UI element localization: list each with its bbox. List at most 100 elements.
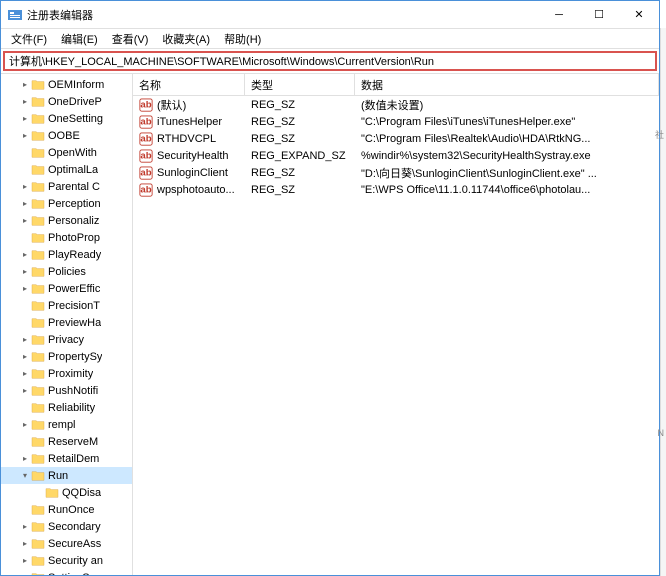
tree-item[interactable]: ▸PropertySy [1, 348, 132, 365]
content-area: ▸OEMInform▸OneDriveP▸OneSetting▸OOBEOpen… [1, 73, 659, 575]
menu-file[interactable]: 文件(F) [5, 29, 53, 49]
tree-item[interactable]: ▸ Personaliz [1, 212, 132, 229]
side-strip: 社 N [660, 28, 666, 576]
value-name: RTHDVCPL [157, 133, 216, 145]
tree-item[interactable]: ▸ OOBE [1, 127, 132, 144]
tree-item[interactable]: ▸PlayReady [1, 246, 132, 263]
expander-icon[interactable]: ▸ [19, 131, 31, 140]
tree-item[interactable]: ▸RetailDem [1, 450, 132, 467]
col-header-name[interactable]: 名称 [133, 74, 245, 95]
tree-item[interactable]: ▸OEMInform [1, 76, 132, 93]
expander-icon[interactable]: ▸ [19, 182, 31, 191]
menu-edit[interactable]: 编辑(E) [55, 29, 104, 49]
expander-icon[interactable]: ▸ [19, 539, 31, 548]
expander-icon[interactable]: ▸ [19, 199, 31, 208]
value-data: (数值未设置) [355, 97, 659, 113]
tree-item[interactable]: ReserveM [1, 433, 132, 450]
list-row[interactable]: abRTHDVCPLREG_SZ"C:\Program Files\Realte… [133, 130, 659, 147]
tree-item[interactable]: ▸OneSetting [1, 110, 132, 127]
tree-item[interactable]: ▸PushNotifi [1, 382, 132, 399]
tree-item[interactable]: ▸SecureAss [1, 535, 132, 552]
tree-item[interactable]: ▸SettingSyn [1, 569, 132, 575]
expander-icon[interactable]: ▸ [19, 573, 31, 575]
tree-item[interactable]: QQDisa [1, 484, 132, 501]
tree-item[interactable]: OptimalLa [1, 161, 132, 178]
expander-icon[interactable]: ▸ [19, 369, 31, 378]
expander-icon[interactable]: ▸ [19, 420, 31, 429]
list-pane[interactable]: 名称 类型 数据 ab(默认)REG_SZ(数值未设置)abiTunesHelp… [133, 74, 659, 575]
col-header-data[interactable]: 数据 [355, 74, 659, 95]
value-name: SunloginClient [157, 167, 228, 179]
list-row[interactable]: ab(默认)REG_SZ(数值未设置) [133, 96, 659, 113]
tree-label: Proximity [48, 368, 93, 380]
tree-pane[interactable]: ▸OEMInform▸OneDriveP▸OneSetting▸OOBEOpen… [1, 74, 133, 575]
expander-icon[interactable]: ▸ [19, 386, 31, 395]
tree-item[interactable]: PhotoProp [1, 229, 132, 246]
value-data: %windir%\system32\SecurityHealthSystray.… [355, 150, 659, 162]
expander-icon[interactable]: ▸ [19, 454, 31, 463]
expander-icon[interactable]: ▸ [19, 522, 31, 531]
tree-label: Reliability [48, 402, 95, 414]
list-row[interactable]: abwpsphotoauto...REG_SZ"E:\WPS Office\11… [133, 181, 659, 198]
tree-item[interactable]: ▸ Proximity [1, 365, 132, 382]
tree-label: Secondary [48, 521, 101, 533]
expander-icon[interactable]: ▸ [19, 352, 31, 361]
list-row[interactable]: abSunloginClientREG_SZ"D:\向日葵\SunloginCl… [133, 164, 659, 181]
menu-help[interactable]: 帮助(H) [218, 29, 267, 49]
value-type: REG_SZ [245, 116, 355, 128]
tree-label: Run [48, 470, 68, 482]
app-icon [7, 7, 23, 23]
window-title: 注册表编辑器 [27, 7, 539, 23]
tree-label: ReserveM [48, 436, 98, 448]
tree-item[interactable]: PrecisionT [1, 297, 132, 314]
menu-view[interactable]: 查看(V) [106, 29, 155, 49]
value-type: REG_SZ [245, 167, 355, 179]
svg-text:ab: ab [140, 99, 151, 110]
tree-label: OOBE [48, 130, 80, 142]
expander-icon[interactable]: ▸ [19, 114, 31, 123]
address-bar[interactable]: 计算机\HKEY_LOCAL_MACHINE\SOFTWARE\Microsof… [3, 51, 657, 71]
expander-icon[interactable]: ▸ [19, 80, 31, 89]
tree-item[interactable]: ▸ OneDriveP [1, 93, 132, 110]
tree-label: Perception [48, 198, 101, 210]
tree-item[interactable]: ▸ Policies [1, 263, 132, 280]
titlebar[interactable]: 注册表编辑器 ─ ☐ ✕ [1, 1, 659, 29]
minimize-button[interactable]: ─ [539, 1, 579, 28]
expander-icon[interactable]: ▸ [19, 267, 31, 276]
expander-icon[interactable]: ▸ [19, 216, 31, 225]
tree-item[interactable]: ▸ rempl [1, 416, 132, 433]
tree-item[interactable]: ▸ Secondary [1, 518, 132, 535]
tree-label: Policies [48, 266, 86, 278]
tree-label: OneDriveP [48, 96, 102, 108]
list-row[interactable]: abiTunesHelperREG_SZ"C:\Program Files\iT… [133, 113, 659, 130]
col-header-type[interactable]: 类型 [245, 74, 355, 95]
tree-item[interactable]: ▸Security an [1, 552, 132, 569]
close-button[interactable]: ✕ [619, 1, 659, 28]
svg-text:ab: ab [140, 150, 151, 161]
tree-item[interactable]: Reliability [1, 399, 132, 416]
expander-icon[interactable]: ▸ [19, 97, 31, 106]
tree-item[interactable]: ▸Privacy [1, 331, 132, 348]
tree-item[interactable]: PreviewHa [1, 314, 132, 331]
maximize-button[interactable]: ☐ [579, 1, 619, 28]
tree-label: rempl [48, 419, 76, 431]
expander-icon[interactable]: ▸ [19, 335, 31, 344]
tree-item[interactable]: ▾ Run [1, 467, 132, 484]
tree-label: PhotoProp [48, 232, 100, 244]
tree-item[interactable]: OpenWith [1, 144, 132, 161]
tree-item[interactable]: ▸Parental C [1, 178, 132, 195]
tree-label: QQDisa [62, 487, 101, 499]
svg-text:ab: ab [140, 133, 151, 144]
value-data: "D:\向日葵\SunloginClient\SunloginClient.ex… [355, 165, 659, 181]
expander-icon[interactable]: ▸ [19, 250, 31, 259]
menu-favorites[interactable]: 收藏夹(A) [156, 29, 216, 49]
expander-icon[interactable]: ▸ [19, 556, 31, 565]
list-row[interactable]: abSecurityHealthREG_EXPAND_SZ%windir%\sy… [133, 147, 659, 164]
tree-item[interactable]: ▸ Perception [1, 195, 132, 212]
tree-item[interactable]: ▸PowerEffic [1, 280, 132, 297]
expander-icon[interactable]: ▸ [19, 284, 31, 293]
tree-label: Personaliz [48, 215, 99, 227]
expander-icon[interactable]: ▾ [19, 471, 31, 480]
tree-item[interactable]: RunOnce [1, 501, 132, 518]
value-name: (默认) [157, 97, 186, 113]
